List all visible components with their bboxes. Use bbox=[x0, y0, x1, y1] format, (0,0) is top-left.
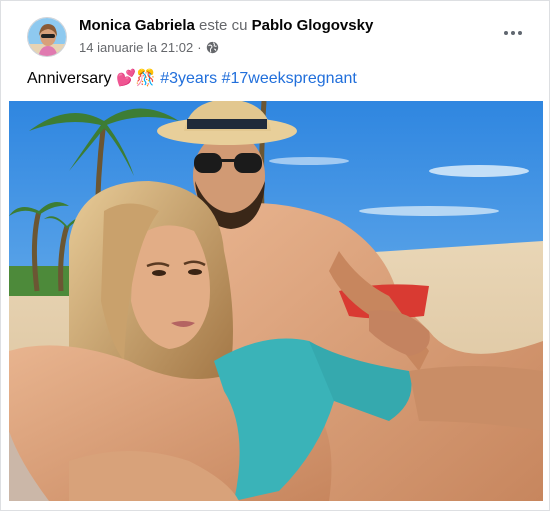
beach-selfie-photo bbox=[9, 101, 543, 501]
hashtag-3years[interactable]: #3years bbox=[160, 70, 217, 87]
feed-post: Monica Gabriela este cu Pablo Glogovsky … bbox=[0, 0, 550, 511]
more-options-icon[interactable] bbox=[499, 23, 527, 43]
post-timestamp[interactable]: 14 ianuarie la 21:02 bbox=[79, 40, 193, 55]
caption-text: Anniversary bbox=[27, 70, 112, 87]
tagged-person[interactable]: Pablo Glogovsky bbox=[252, 17, 374, 34]
post-caption: Anniversary 💕🎊 #3years #17weekspregnant bbox=[27, 68, 357, 88]
more-dot bbox=[504, 31, 508, 35]
hashtag-17weekspregnant[interactable]: #17weekspregnant bbox=[222, 70, 357, 87]
separator-dot: · bbox=[197, 40, 202, 55]
author-name[interactable]: Monica Gabriela bbox=[79, 17, 195, 34]
with-label: este cu bbox=[199, 17, 248, 34]
post-author-line: Monica Gabriela este cu Pablo Glogovsky bbox=[79, 17, 373, 34]
globe-icon bbox=[206, 41, 218, 54]
caption-emojis: 💕🎊 bbox=[115, 70, 156, 87]
avatar-image bbox=[28, 18, 66, 56]
post-subline: 14 ianuarie la 21:02 · bbox=[79, 40, 219, 55]
more-dot bbox=[518, 31, 522, 35]
more-dot bbox=[511, 31, 515, 35]
author-avatar[interactable] bbox=[27, 17, 67, 57]
post-header: Monica Gabriela este cu Pablo Glogovsky … bbox=[1, 1, 549, 63]
post-photo[interactable] bbox=[9, 101, 543, 501]
